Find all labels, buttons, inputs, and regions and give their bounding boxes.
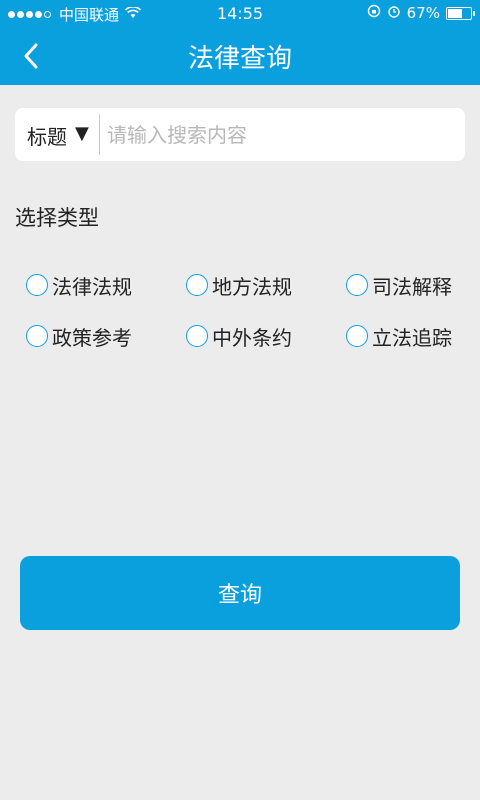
type-option[interactable]: 立法追踪	[346, 319, 452, 353]
rotation-lock-icon	[367, 4, 381, 22]
status-right: 67%	[367, 4, 475, 22]
radio-button[interactable]	[186, 274, 208, 296]
type-option[interactable]: 中外条约	[186, 319, 292, 353]
type-option[interactable]: 政策参考	[26, 319, 132, 353]
type-option[interactable]: 地方法规	[186, 268, 292, 302]
radio-button[interactable]	[186, 325, 208, 347]
search-type-dropdown[interactable]: 标题 ▼	[15, 108, 99, 161]
section-title: 选择类型	[15, 206, 99, 230]
type-option-label: 政策参考	[52, 325, 132, 350]
type-option-label: 地方法规	[212, 274, 292, 299]
query-button[interactable]: 查询	[20, 556, 460, 630]
search-input[interactable]	[107, 108, 457, 161]
search-type-label: 标题	[27, 125, 67, 149]
type-option-label: 立法追踪	[372, 325, 452, 350]
battery-icon	[446, 6, 475, 20]
type-option-label: 法律法规	[52, 274, 132, 299]
search-bar: 标题 ▼	[15, 108, 465, 161]
radio-button[interactable]	[26, 325, 48, 347]
type-option[interactable]: 司法解释	[346, 268, 452, 302]
status-bar: 中国联通 14:55 67%	[0, 0, 480, 28]
type-option-label: 司法解释	[372, 274, 452, 299]
radio-button[interactable]	[26, 274, 48, 296]
alarm-icon	[387, 4, 401, 22]
battery-percent: 67%	[406, 4, 440, 22]
app-header: 中国联通 14:55 67% 法律查询	[0, 0, 480, 85]
type-options: 法律法规 地方法规 司法解释 政策参考 中外条约 立法追踪	[26, 268, 466, 358]
search-divider	[99, 114, 100, 155]
radio-button[interactable]	[346, 325, 368, 347]
type-option[interactable]: 法律法规	[26, 268, 132, 302]
radio-button[interactable]	[346, 274, 368, 296]
type-option-label: 中外条约	[212, 325, 292, 350]
page-title: 法律查询	[187, 44, 292, 74]
battery-fill	[448, 8, 463, 18]
navigation-bar: 法律查询	[0, 28, 480, 85]
dropdown-triangle-icon: ▼	[75, 123, 89, 144]
